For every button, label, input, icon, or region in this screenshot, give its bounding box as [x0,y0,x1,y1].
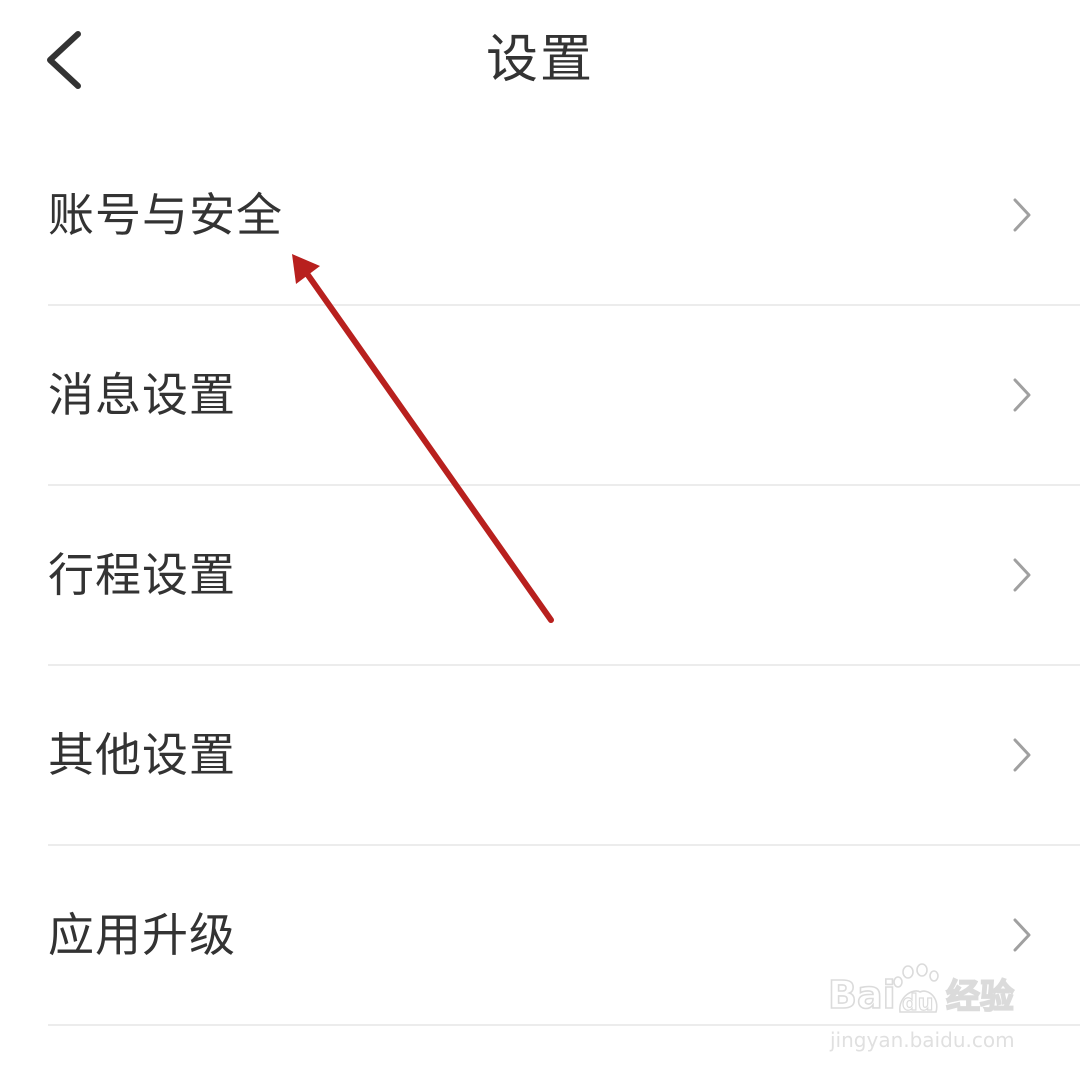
menu-item-label: 账号与安全 [48,188,283,242]
menu-item-label: 应用升级 [48,908,236,962]
header: 设置 [0,0,1080,125]
watermark-url: jingyan.baidu.com [830,1028,1015,1052]
menu-item-label: 消息设置 [48,368,236,422]
page-title: 设置 [485,30,594,90]
menu-item-other-settings[interactable]: 其他设置 [0,665,1080,846]
chevron-right-icon [1013,738,1031,772]
menu-item-label: 其他设置 [48,728,236,782]
menu-item-label: 行程设置 [48,548,236,602]
chevron-right-icon [1013,198,1031,232]
chevron-right-icon [1013,918,1031,952]
settings-menu: 账号与安全 消息设置 行程设置 其他设置 应用升级 [0,125,1080,1026]
divider [48,1024,1080,1026]
menu-item-account-security[interactable]: 账号与安全 [0,125,1080,306]
chevron-right-icon [1013,558,1031,592]
chevron-right-icon [1013,378,1031,412]
menu-item-trip-settings[interactable]: 行程设置 [0,485,1080,666]
menu-item-message-settings[interactable]: 消息设置 [0,305,1080,486]
menu-item-app-upgrade[interactable]: 应用升级 [0,845,1080,1026]
